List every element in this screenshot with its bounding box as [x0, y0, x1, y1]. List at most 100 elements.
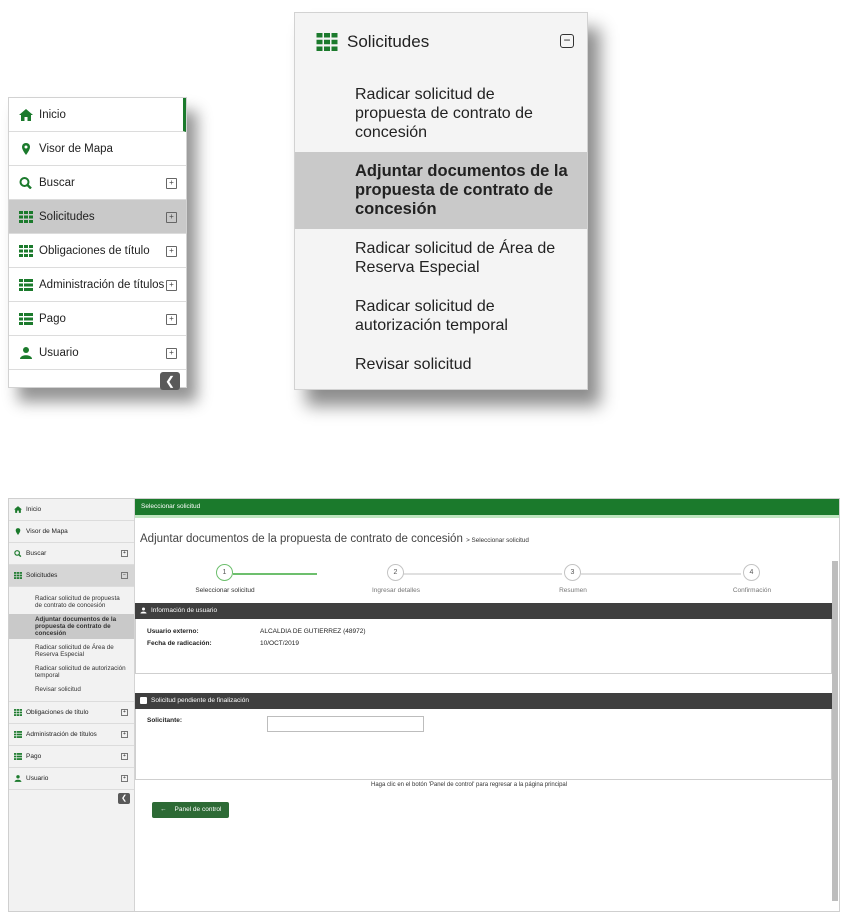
help-text: Haga clic en el botón 'Panel de control'… — [371, 782, 568, 788]
submenu-item-radicar-propuesta[interactable]: Radicar solicitud de propuesta de contra… — [295, 71, 587, 152]
expand-icon[interactable]: + — [121, 709, 128, 716]
sidebar: Inicio Visor de Mapa Buscar + Solicitude… — [9, 499, 135, 911]
submenu-header[interactable]: Solicitudes − — [295, 13, 587, 71]
sidebar-item-buscar[interactable]: Buscar + — [9, 543, 134, 565]
submenu-item-radicar-propuesta[interactable]: Radicar solicitud de propuesta de contra… — [9, 593, 134, 611]
map-marker-icon — [22, 142, 30, 155]
home-icon — [19, 108, 33, 121]
submenu-item-area-reserva[interactable]: Radicar solicitud de Área de Reserva Esp… — [295, 229, 587, 287]
main-content: Seleccionar solicitud Adjuntar documento… — [135, 499, 839, 911]
collapse-sidebar-button[interactable]: ❮ — [118, 792, 130, 804]
sidebar-item-administracion[interactable]: Administración de títulos + — [9, 724, 134, 746]
expand-icon[interactable]: + — [166, 246, 177, 257]
submenu-item-revisar-solicitud[interactable]: Revisar solicitud — [9, 684, 134, 695]
step-4-circle: 4 — [743, 564, 760, 581]
sidebar-item-buscar[interactable]: Buscar + — [9, 166, 186, 200]
expand-icon[interactable]: + — [121, 731, 128, 738]
step-1-label: Seleccionar solicitud — [195, 587, 255, 594]
panel-title: Información de usuario — [151, 607, 218, 614]
list-icon — [19, 312, 33, 325]
submenu-item-adjuntar-documentos[interactable]: Adjuntar documentos de la propuesta de c… — [295, 152, 587, 229]
sidebar-item-obligaciones[interactable]: Obligaciones de título + — [9, 702, 134, 724]
home-icon — [14, 506, 22, 513]
submenu-title: Solicitudes — [347, 32, 430, 51]
sidebar-item-label: Pago — [26, 753, 42, 760]
arrow-left-icon: ❮ — [121, 795, 127, 802]
step-2-circle: 2 — [387, 564, 404, 581]
arrow-left-icon: ← — [160, 806, 167, 813]
submenu-item-revisar-solicitud[interactable]: Revisar solicitud — [295, 345, 587, 384]
sidebar-menu-zoom: Inicio Visor de Mapa Buscar + Solicitude… — [8, 97, 187, 390]
sidebar-item-label: Inicio — [26, 506, 42, 513]
step-4-label: Confirmación — [732, 587, 772, 594]
page-title-text: Adjuntar documentos de la propuesta de c… — [140, 533, 463, 545]
sidebar-item-solicitudes[interactable]: Solicitudes − — [9, 565, 134, 587]
sidebar-item-label: Visor de Mapa — [26, 528, 68, 535]
field-label: Fecha de radicación: — [147, 640, 212, 647]
search-icon — [14, 550, 22, 557]
sidebar-footer: ❮ — [9, 370, 186, 392]
sidebar-item-usuario[interactable]: Usuario + — [9, 336, 186, 370]
sidebar-item-pago[interactable]: Pago + — [9, 302, 186, 336]
submenu-item-autorizacion-temporal[interactable]: Radicar solicitud de autorización tempor… — [295, 287, 587, 345]
sidebar-item-administracion[interactable]: Administración de títulos + — [9, 268, 186, 302]
sidebar-item-label: Solicitudes — [39, 210, 95, 223]
user-info-panel: Información de usuario Usuario externo: … — [135, 603, 832, 674]
sidebar-item-visor-mapa[interactable]: Visor de Mapa — [9, 521, 134, 543]
grid-icon — [316, 33, 338, 51]
panel-body: Solicitante: — [135, 709, 832, 780]
grid-icon — [19, 210, 33, 223]
sidebar-item-pago[interactable]: Pago + — [9, 746, 134, 768]
panel-header: Información de usuario — [135, 603, 832, 619]
divider — [135, 515, 839, 518]
panel-header: Solicitud pendiente de finalización — [135, 693, 832, 709]
expand-icon[interactable]: + — [166, 280, 177, 291]
sidebar-item-label: Inicio — [39, 108, 66, 121]
submenu-item-adjuntar-documentos[interactable]: Adjuntar documentos de la propuesta de c… — [9, 614, 134, 639]
arrow-left-icon: ❮ — [164, 374, 176, 388]
expand-icon[interactable]: + — [121, 550, 128, 557]
step-1-circle: 1 — [216, 564, 233, 581]
page-title: Adjuntar documentos de la propuesta de c… — [140, 533, 529, 545]
panel-title: Solicitud pendiente de finalización — [151, 697, 249, 704]
top-bar: Seleccionar solicitud — [135, 499, 839, 515]
sidebar-item-label: Administración de títulos — [39, 278, 165, 291]
grid-icon — [14, 572, 22, 579]
expand-icon[interactable]: + — [166, 178, 177, 189]
collapse-icon[interactable]: − — [121, 572, 128, 579]
panel-control-button[interactable]: ← Panel de control — [152, 802, 230, 818]
list-icon — [14, 731, 22, 738]
collapse-icon[interactable]: − — [560, 34, 574, 48]
expand-icon[interactable]: + — [166, 212, 177, 223]
scrollbar[interactable] — [832, 561, 838, 901]
list-icon — [19, 278, 33, 291]
square-icon — [140, 697, 147, 704]
map-marker-icon — [15, 528, 21, 535]
sidebar-item-inicio[interactable]: Inicio — [9, 499, 134, 521]
sidebar-item-label: Pago — [39, 312, 66, 325]
step-3-circle: 3 — [564, 564, 581, 581]
sidebar-footer: ❮ — [9, 790, 134, 806]
grid-icon — [19, 244, 33, 257]
submenu-item-area-reserva[interactable]: Radicar solicitud de Área de Reserva Esp… — [9, 642, 134, 660]
expand-icon[interactable]: + — [121, 753, 128, 760]
sidebar-item-obligaciones[interactable]: Obligaciones de título + — [9, 234, 186, 268]
step-connector — [581, 573, 741, 575]
submenu-item-autorizacion-temporal[interactable]: Radicar solicitud de autorización tempor… — [9, 663, 134, 681]
expand-icon[interactable]: + — [166, 314, 177, 325]
sidebar-item-visor-mapa[interactable]: Visor de Mapa — [9, 132, 186, 166]
user-icon — [140, 607, 147, 614]
page-subtitle: > Seleccionar solicitud — [466, 537, 529, 544]
sidebar-item-label: Buscar — [26, 550, 47, 557]
step-connector — [233, 573, 317, 575]
expand-icon[interactable]: + — [121, 775, 128, 782]
collapse-sidebar-button[interactable]: ❮ — [160, 372, 180, 390]
solicitante-input[interactable] — [267, 716, 424, 732]
user-icon — [20, 346, 32, 359]
sidebar-item-inicio[interactable]: Inicio — [9, 98, 186, 132]
step-2-label: Ingresar detalles — [371, 587, 421, 594]
sidebar-item-solicitudes[interactable]: Solicitudes + — [9, 200, 186, 234]
expand-icon[interactable]: + — [166, 348, 177, 359]
field-label: Usuario externo: — [147, 628, 199, 635]
sidebar-item-usuario[interactable]: Usuario + — [9, 768, 134, 790]
